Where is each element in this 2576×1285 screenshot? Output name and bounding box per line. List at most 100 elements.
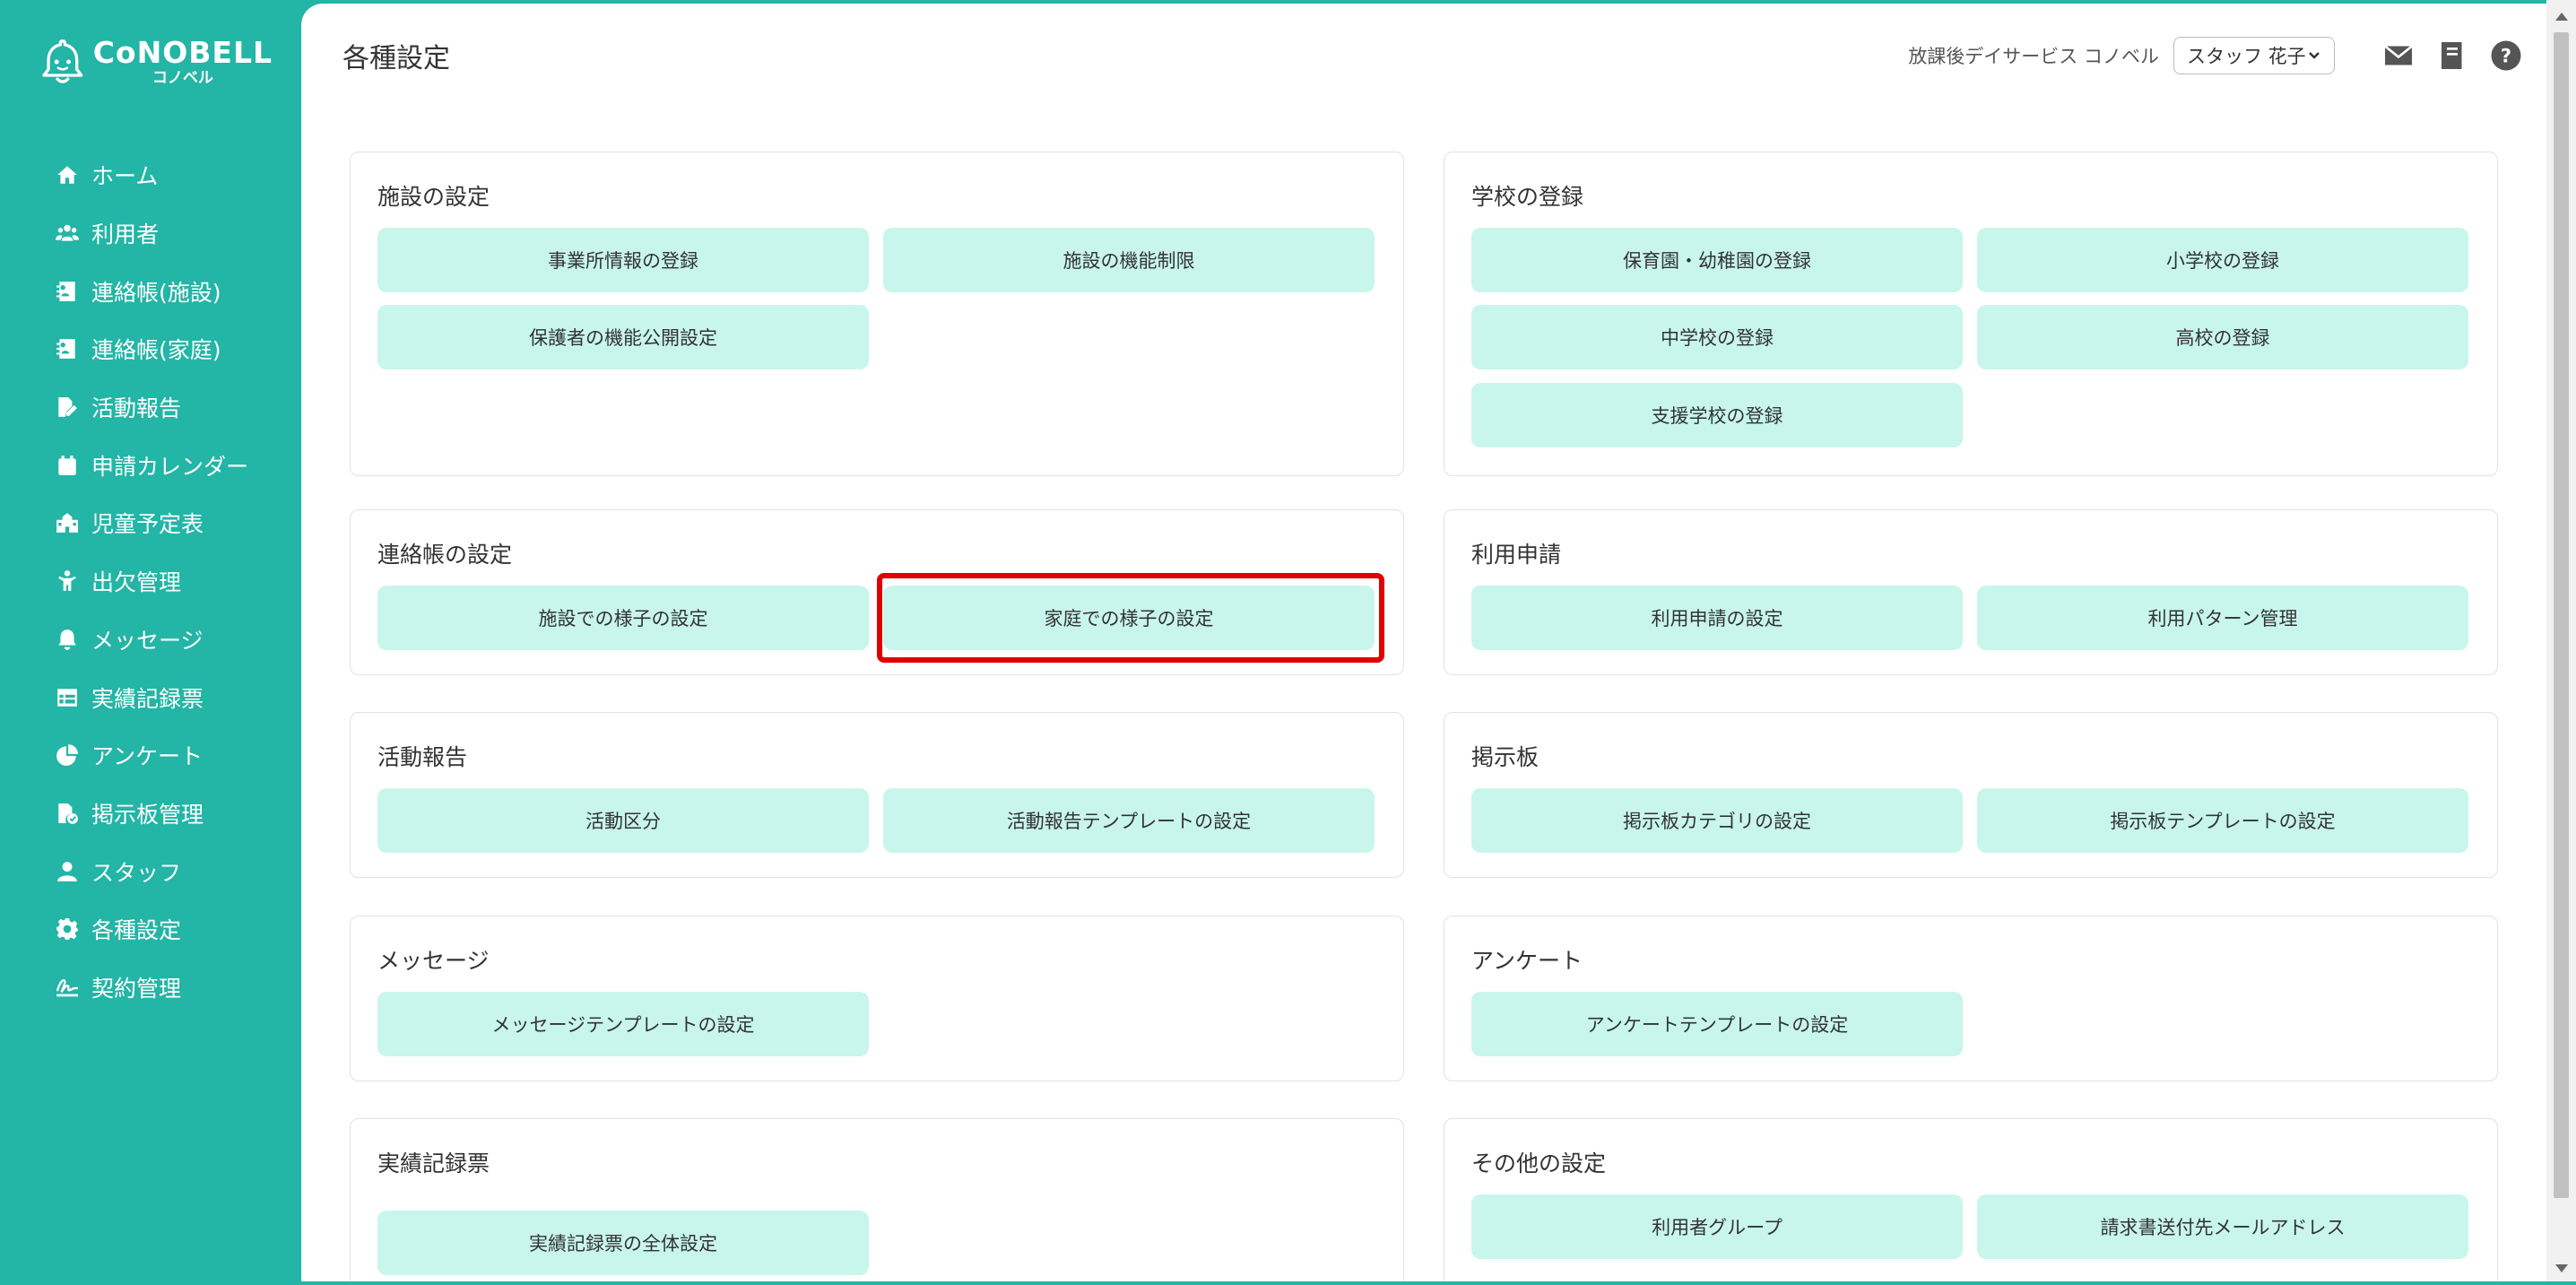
facility-function-limit-button[interactable]: 施設の機能制限 [883, 228, 1375, 292]
help-button[interactable]: ? [2489, 39, 2523, 73]
card-title: 連絡帳の設定 [377, 542, 513, 568]
help-icon: ? [2491, 40, 2521, 71]
scroll-up-arrow-icon[interactable] [2555, 13, 2568, 21]
page-scrollbar[interactable] [2546, 0, 2576, 1285]
child-icon [54, 568, 81, 595]
card-usage-application: 利用申請 利用申請の設定 利用パターン管理 [1444, 509, 2498, 675]
mail-button[interactable] [2381, 39, 2416, 73]
sidebar-item-label: 掲示板管理 [91, 801, 204, 828]
board-category-button[interactable]: 掲示板カテゴリの設定 [1471, 788, 1963, 853]
card-title: アンケート [1471, 948, 1583, 974]
sidebar-item-label: アンケート [91, 743, 204, 770]
activity-template-button[interactable]: 活動報告テンプレートの設定 [883, 788, 1375, 853]
sidebar-item-message[interactable]: メッセージ [54, 611, 296, 669]
record-overall-settings-button[interactable]: 実績記録票の全体設定 [377, 1211, 869, 1275]
sidebar-item-schedule[interactable]: 児童予定表 [54, 494, 296, 552]
manual-button[interactable] [2435, 39, 2469, 73]
sidebar-item-label: ホーム [91, 163, 159, 190]
sidebar-item-calendar[interactable]: 申請カレンダー [54, 436, 296, 494]
sidebar: CoNOBELL コノベル ホーム 利用者 連絡帳(施設) 連絡帳(家庭) 活動… [0, 0, 301, 1285]
high-school-registration-button[interactable]: 高校の登録 [1977, 305, 2468, 369]
sidebar-item-label: 申請カレンダー [91, 453, 249, 480]
sidebar-item-label: 連絡帳(施設) [91, 279, 221, 306]
survey-template-button[interactable]: アンケートテンプレートの設定 [1471, 992, 1963, 1056]
usage-application-settings-button[interactable]: 利用申請の設定 [1471, 586, 1963, 650]
facility-info-button[interactable]: 事業所情報の登録 [377, 228, 869, 292]
sidebar-item-label: 連絡帳(家庭) [91, 337, 221, 364]
mail-icon [2384, 45, 2413, 65]
bell-icon [54, 626, 81, 653]
card-facility-settings: 施設の設定 事業所情報の登録 施設の機能制限 保護者の機能公開設定 [350, 152, 1404, 476]
logo-subtext: コノベル [152, 69, 213, 87]
card-title: 実績記録票 [377, 1150, 490, 1176]
activity-category-button[interactable]: 活動区分 [377, 788, 869, 853]
message-template-button[interactable]: メッセージテンプレートの設定 [377, 992, 869, 1056]
card-message: メッセージ メッセージテンプレートの設定 [350, 916, 1404, 1081]
pie-chart-icon [54, 742, 81, 768]
junior-high-registration-button[interactable]: 中学校の登録 [1471, 305, 1963, 369]
nursery-registration-button[interactable]: 保育園・幼稚園の登録 [1471, 228, 1963, 292]
calendar-icon [54, 452, 81, 479]
user-icon [54, 858, 81, 885]
logo-wordmark: CoNOBELL [92, 35, 273, 70]
sidebar-item-label: 児童予定表 [91, 511, 204, 538]
sidebar-item-settings[interactable]: 各種設定 [54, 900, 296, 959]
sidebar-item-record[interactable]: 実績記録票 [54, 668, 296, 726]
gear-icon [54, 916, 81, 942]
signature-icon [54, 974, 81, 1001]
card-title: 利用申請 [1471, 542, 1562, 568]
sidebar-item-users[interactable]: 利用者 [54, 204, 296, 263]
card-bulletin-board: 掲示板 掲示板カテゴリの設定 掲示板テンプレートの設定 [1444, 712, 2498, 878]
sidebar-nav: ホーム 利用者 連絡帳(施設) 連絡帳(家庭) 活動報告 申請カレンダー 児童予… [54, 146, 296, 1016]
main-panel: 各種設定 放課後デイサービス コノベル スタッフ 花子 ? 施設の設定 事業所情… [301, 4, 2546, 1281]
sidebar-item-label: 出欠管理 [91, 569, 182, 596]
facility-state-settings-button[interactable]: 施設での様子の設定 [377, 586, 869, 650]
home-state-settings-button[interactable]: 家庭での様子の設定 [883, 586, 1375, 650]
facility-name: 放課後デイサービス コノベル [1908, 46, 2159, 67]
card-title: 学校の登録 [1471, 184, 1584, 210]
sidebar-item-label: 活動報告 [91, 395, 182, 422]
sidebar-item-home[interactable]: ホーム [54, 146, 296, 204]
sidebar-item-label: メッセージ [91, 627, 204, 654]
sidebar-item-contract[interactable]: 契約管理 [54, 959, 296, 1017]
sidebar-item-label: 利用者 [91, 221, 160, 248]
card-title: その他の設定 [1471, 1150, 1607, 1176]
sidebar-item-staff[interactable]: スタッフ [54, 842, 296, 900]
window-bottom-edge [0, 1281, 2576, 1285]
card-school-registration: 学校の登録 保育園・幼稚園の登録 小学校の登録 中学校の登録 高校の登録 支援学… [1444, 152, 2498, 476]
scrollbar-thumb[interactable] [2554, 32, 2569, 1198]
board-template-button[interactable]: 掲示板テンプレートの設定 [1977, 788, 2468, 853]
sidebar-item-board[interactable]: 掲示板管理 [54, 785, 296, 843]
table-icon [54, 684, 81, 711]
sidebar-item-activity-report[interactable]: 活動報告 [54, 378, 296, 437]
invoice-email-button[interactable]: 請求書送付先メールアドレス [1977, 1194, 2468, 1259]
svg-text:?: ? [2501, 46, 2511, 67]
home-icon [54, 161, 81, 188]
staff-select-value: スタッフ 花子 [2187, 46, 2306, 67]
staff-select[interactable]: スタッフ 花子 [2173, 37, 2335, 74]
book-icon [2442, 42, 2462, 69]
support-school-registration-button[interactable]: 支援学校の登録 [1471, 383, 1963, 447]
sidebar-item-attendance[interactable]: 出欠管理 [54, 552, 296, 611]
user-group-button[interactable]: 利用者グループ [1471, 1194, 1963, 1259]
top-bar: 放課後デイサービス コノベル スタッフ 花子 ? [1908, 36, 2523, 75]
app-logo[interactable]: CoNOBELL コノベル [39, 30, 273, 93]
card-contact-book-settings: 連絡帳の設定 施設での様子の設定 家庭での様子の設定 [350, 509, 1404, 675]
report-edit-icon [54, 394, 81, 421]
card-other-settings: その他の設定 利用者グループ 請求書送付先メールアドレス [1444, 1118, 2498, 1281]
chevron-down-icon [2309, 52, 2320, 59]
users-icon [54, 220, 81, 247]
scroll-down-arrow-icon[interactable] [2555, 1264, 2568, 1272]
sidebar-item-contact-facility[interactable]: 連絡帳(施設) [54, 262, 296, 320]
elementary-registration-button[interactable]: 小学校の登録 [1977, 228, 2468, 292]
sidebar-item-label: 各種設定 [91, 917, 182, 944]
sidebar-item-contact-home[interactable]: 連絡帳(家庭) [54, 320, 296, 378]
sidebar-item-label: スタッフ [91, 859, 182, 886]
bell-logo-icon [42, 39, 83, 83]
usage-pattern-button[interactable]: 利用パターン管理 [1977, 586, 2468, 650]
card-title: 掲示板 [1471, 744, 1540, 770]
school-building-icon [54, 509, 81, 536]
contact-book-icon [54, 335, 81, 362]
sidebar-item-survey[interactable]: アンケート [54, 726, 296, 785]
guardian-function-public-button[interactable]: 保護者の機能公開設定 [377, 305, 869, 369]
